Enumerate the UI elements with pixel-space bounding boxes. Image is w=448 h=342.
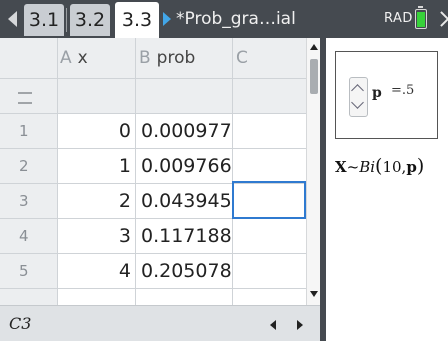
column-header-a[interactable]: Ax <box>57 38 135 78</box>
cell-c[interactable] <box>232 114 306 148</box>
grid-line <box>0 253 306 254</box>
cell-prob[interactable]: 0.205078 <box>135 254 232 288</box>
expr-arg2: p <box>406 158 417 176</box>
row-header: 2 <box>0 149 57 183</box>
close-icon[interactable] <box>434 5 448 33</box>
column-name: x <box>77 48 88 68</box>
column-letter: A <box>60 48 72 68</box>
lists-spreadsheet[interactable]: Ax Bprob C 1 0 0.000977 2 1 0.009766 3 2… <box>0 38 321 341</box>
column-name: prob <box>156 48 196 68</box>
cell-entry-bar[interactable]: C3 <box>0 305 320 341</box>
angle-mode-indicator: RAD <box>384 11 413 26</box>
row-header <box>0 289 57 305</box>
scroll-up-arrow-icon[interactable] <box>310 44 318 50</box>
expr-lhs: X <box>335 158 347 176</box>
tab-separator <box>66 8 67 32</box>
cell-prob[interactable]: 0.009766 <box>135 149 232 183</box>
chevron-up-icon[interactable] <box>351 84 364 97</box>
tab-bar: 3.1 3.2 3.3 *Prob_gra…ial RAD <box>0 0 448 38</box>
cell-x[interactable]: 0 <box>57 114 135 148</box>
column-letter: C <box>236 48 248 68</box>
document-title[interactable]: *Prob_gra…ial <box>176 0 296 38</box>
column-header-c[interactable]: C <box>232 38 306 78</box>
variable-slider[interactable]: p =.5 <box>335 51 438 139</box>
grid-line <box>57 38 58 305</box>
equals-icon <box>18 92 32 104</box>
document-menu-arrow-icon[interactable] <box>163 12 171 26</box>
grid-line <box>0 113 306 114</box>
tab-3-1[interactable]: 3.1 <box>24 4 64 36</box>
cell-prob[interactable]: 0.117188 <box>135 219 232 253</box>
expr-tilde: ~ <box>346 158 360 176</box>
scroll-left-arrow-icon[interactable] <box>270 320 276 330</box>
tab-3-2[interactable]: 3.2 <box>70 4 110 36</box>
cell-x[interactable]: 3 <box>57 219 135 253</box>
distribution-expression[interactable]: X~Bi(10,p) <box>335 155 424 177</box>
grid-line <box>232 38 233 305</box>
column-header-b[interactable]: Bprob <box>135 38 232 78</box>
corner-cell <box>0 38 57 78</box>
grid-line <box>0 78 306 79</box>
slider-variable-name: p <box>372 85 382 101</box>
battery-icon <box>415 6 427 29</box>
vertical-scrollbar[interactable] <box>306 38 321 305</box>
row-header: 1 <box>0 114 57 148</box>
cell-prob[interactable]: 0.043945 <box>135 184 232 218</box>
row-header: 3 <box>0 184 57 218</box>
scroll-down-arrow-icon[interactable] <box>310 291 318 297</box>
cell-x[interactable]: 4 <box>57 254 135 288</box>
scrollbar-thumb[interactable] <box>310 59 318 94</box>
notes-pane[interactable]: p =.5 X~Bi(10,p) <box>326 38 448 341</box>
row-header: 5 <box>0 254 57 288</box>
row-header: 4 <box>0 219 57 253</box>
selected-cell-highlight[interactable] <box>232 181 306 219</box>
cell-x[interactable]: 1 <box>57 149 135 183</box>
tab-3-3[interactable]: 3.3 <box>115 2 159 38</box>
previous-page-arrow-icon[interactable] <box>8 11 17 27</box>
expr-func: Bi <box>359 158 376 176</box>
scroll-right-arrow-icon[interactable] <box>297 320 303 330</box>
cell-reference: C3 <box>9 314 32 333</box>
cell-c[interactable] <box>232 219 306 253</box>
grid-line <box>0 288 306 289</box>
column-letter: B <box>139 48 151 68</box>
chevron-down-icon[interactable] <box>351 96 364 109</box>
cell-c[interactable] <box>232 254 306 288</box>
formula-row[interactable] <box>57 79 306 113</box>
expr-arg1: 10, <box>382 158 407 176</box>
slider-stepper[interactable] <box>349 77 368 117</box>
grid-line <box>135 38 136 305</box>
grid-line <box>0 148 306 149</box>
cell-x[interactable]: 2 <box>57 184 135 218</box>
cell-c[interactable] <box>232 149 306 183</box>
cell-prob[interactable]: 0.000977 <box>135 114 232 148</box>
slider-variable-value: =.5 <box>391 83 415 98</box>
